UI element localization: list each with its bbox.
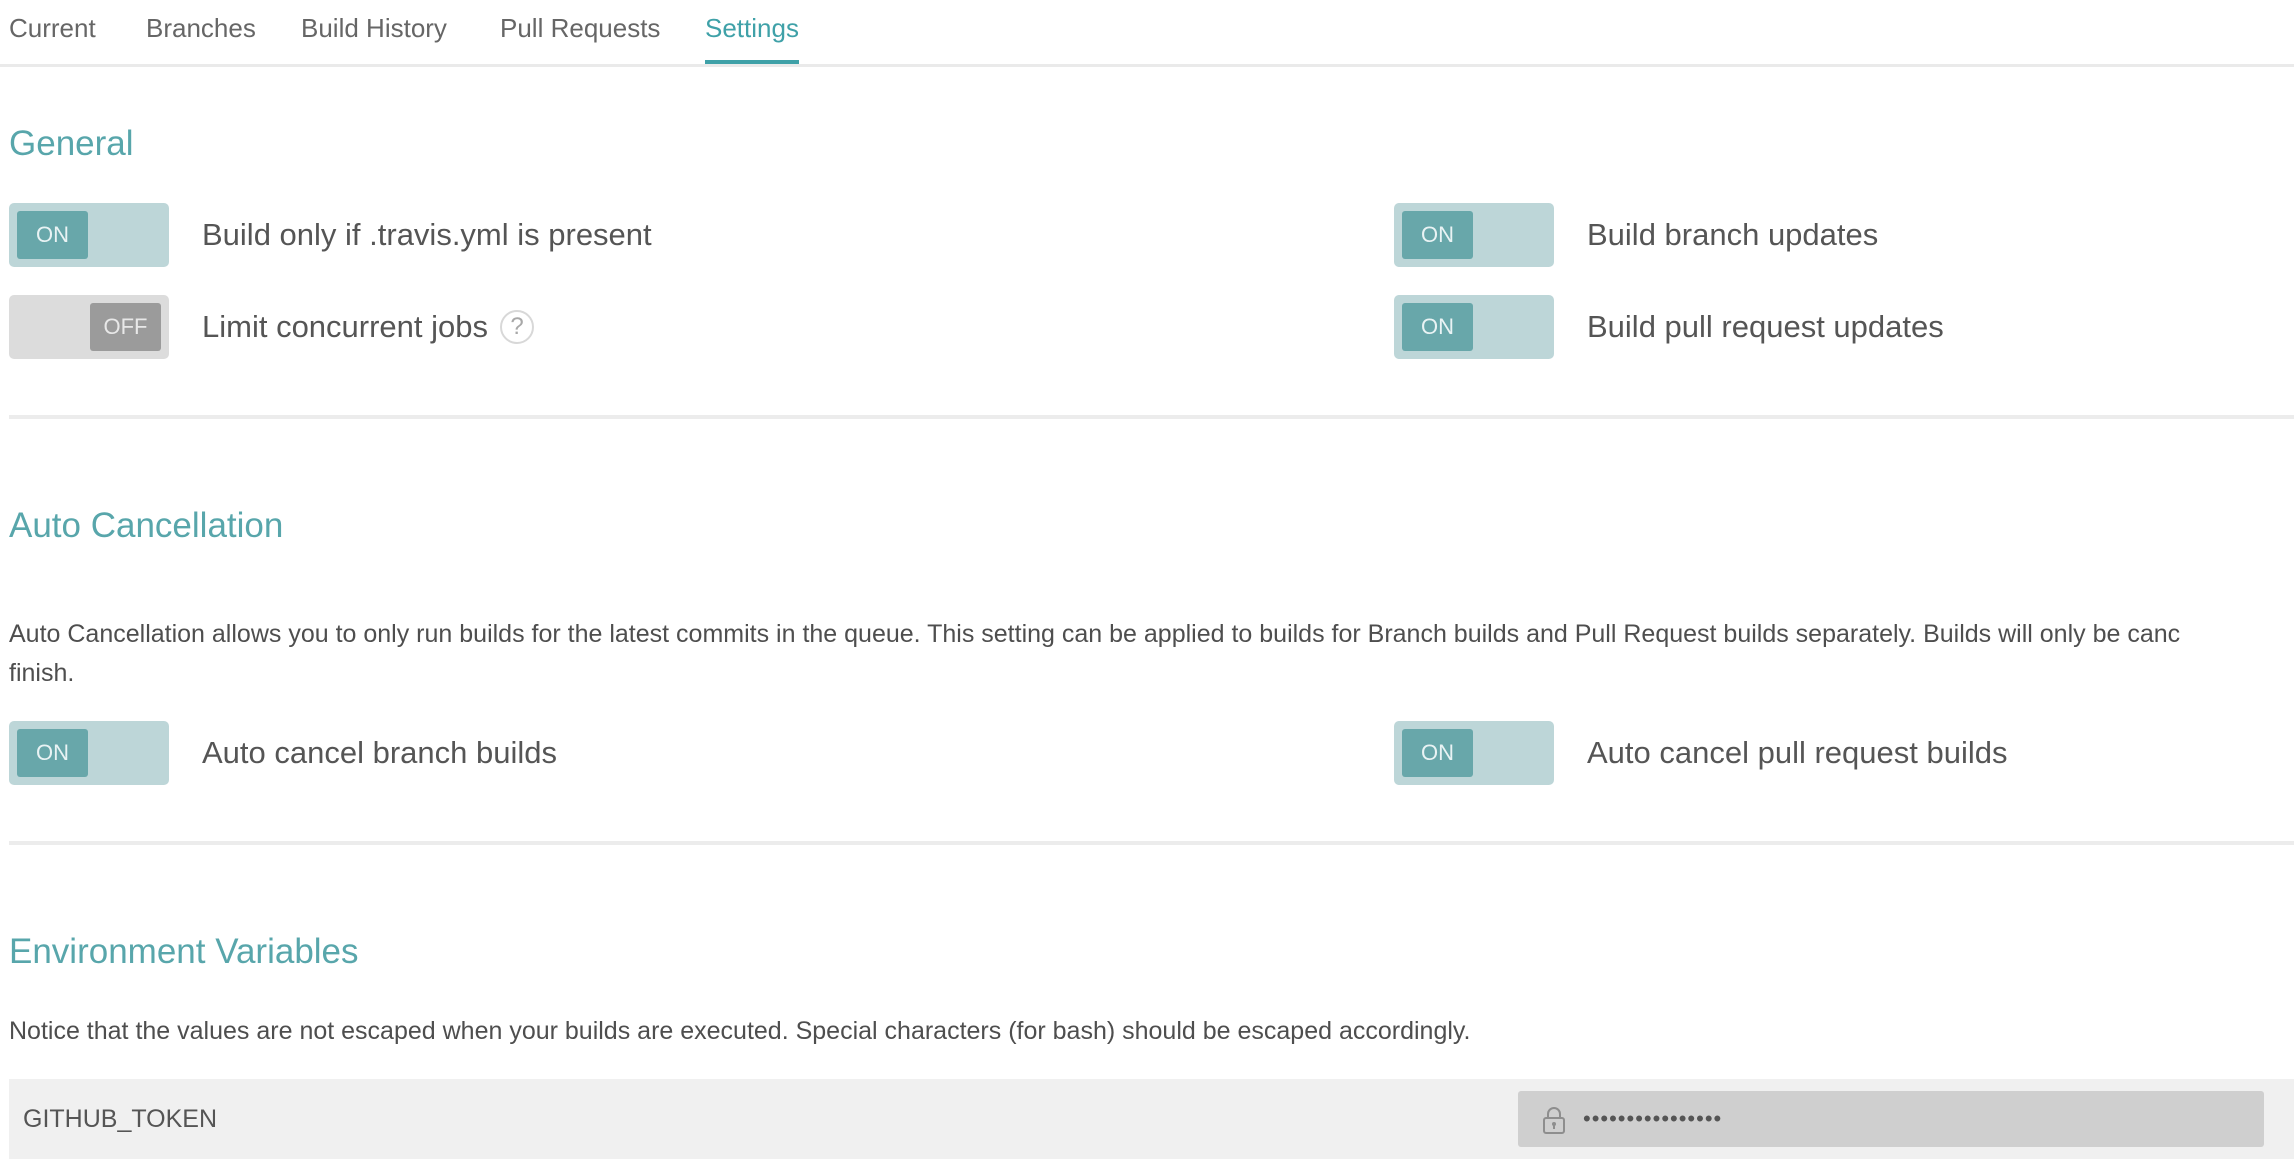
section-divider	[9, 841, 2294, 845]
toggle-knob: ON	[1402, 303, 1473, 351]
label-limit-concurrent-jobs: Limit concurrent jobs	[202, 309, 489, 344]
env-var-row: GITHUB_TOKEN ••••••••••••••••	[9, 1079, 2294, 1159]
auto-cancellation-heading: Auto Cancellation	[9, 506, 284, 545]
toggle-knob: ON	[17, 211, 88, 259]
tab-branches[interactable]: Branches	[146, 10, 256, 54]
tab-build-history[interactable]: Build History	[301, 10, 447, 54]
toggle-build-only-travis-yml[interactable]: ON	[9, 203, 169, 267]
env-var-value-field[interactable]: ••••••••••••••••	[1518, 1091, 2264, 1147]
toggle-auto-cancel-pull-request-builds[interactable]: ON	[1394, 721, 1554, 785]
label-auto-cancel-pull-request-builds: Auto cancel pull request builds	[1587, 735, 2008, 770]
lock-icon	[1543, 1107, 1565, 1134]
label-build-pull-request-updates: Build pull request updates	[1587, 309, 1944, 344]
settings-page: Current Branches Build History Pull Requ…	[0, 0, 2294, 1176]
auto-cancellation-description-cont: finish.	[9, 659, 75, 687]
auto-cancellation-description: Auto Cancellation allows you to only run…	[9, 620, 2181, 648]
tab-settings[interactable]: Settings	[705, 10, 799, 64]
label-auto-cancel-branch-builds: Auto cancel branch builds	[202, 735, 558, 770]
label-build-branch-updates: Build branch updates	[1587, 217, 1879, 252]
environment-variables-notice: Notice that the values are not escaped w…	[9, 1017, 1471, 1045]
toggle-build-branch-updates[interactable]: ON	[1394, 203, 1554, 267]
section-divider	[9, 415, 2294, 419]
tab-bar: Current Branches Build History Pull Requ…	[0, 0, 2294, 67]
general-heading: General	[9, 124, 134, 163]
toggle-auto-cancel-branch-builds[interactable]: ON	[9, 721, 169, 785]
toggle-knob: ON	[17, 729, 88, 777]
tab-current[interactable]: Current	[9, 10, 96, 54]
toggle-knob: OFF	[90, 303, 161, 351]
environment-variables-heading: Environment Variables	[9, 932, 359, 971]
question-mark-icon[interactable]: ?	[500, 310, 534, 344]
toggle-knob: ON	[1402, 211, 1473, 259]
tab-pull-requests[interactable]: Pull Requests	[500, 10, 660, 54]
env-var-name: GITHUB_TOKEN	[23, 1105, 218, 1133]
env-var-masked-value: ••••••••••••••••	[1583, 1106, 1723, 1131]
toggle-knob: ON	[1402, 729, 1473, 777]
toggle-limit-concurrent-jobs[interactable]: OFF	[9, 295, 169, 359]
toggle-build-pull-request-updates[interactable]: ON	[1394, 295, 1554, 359]
label-build-only-travis-yml: Build only if .travis.yml is present	[202, 217, 652, 252]
